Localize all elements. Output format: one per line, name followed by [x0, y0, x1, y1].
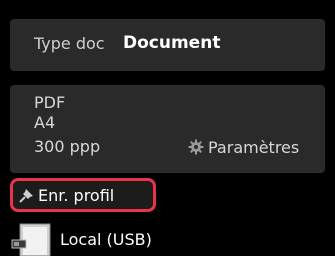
- resolution-value: 300 ppp: [34, 137, 101, 156]
- paper-size-value: A4: [34, 113, 56, 132]
- scan-settings-panel[interactable]: PDF A4 300 ppp Paramètres: [10, 85, 325, 173]
- document-type-label: Type doc: [34, 34, 105, 53]
- pin-icon: [19, 189, 33, 203]
- save-profile-label: Enr. profil: [38, 185, 115, 205]
- format-value: PDF: [34, 93, 66, 112]
- document-type-value: Document: [123, 33, 221, 53]
- save-profile-button[interactable]: Enr. profil: [10, 178, 156, 212]
- destination-row[interactable]: Local (USB): [10, 222, 152, 256]
- settings-button[interactable]: Paramètres: [188, 135, 305, 159]
- usb-computer-icon: [11, 223, 51, 256]
- gear-icon: [188, 139, 204, 155]
- settings-label: Paramètres: [208, 137, 300, 157]
- document-type-row[interactable]: Type doc Document: [10, 19, 325, 71]
- destination-label: Local (USB): [60, 230, 152, 249]
